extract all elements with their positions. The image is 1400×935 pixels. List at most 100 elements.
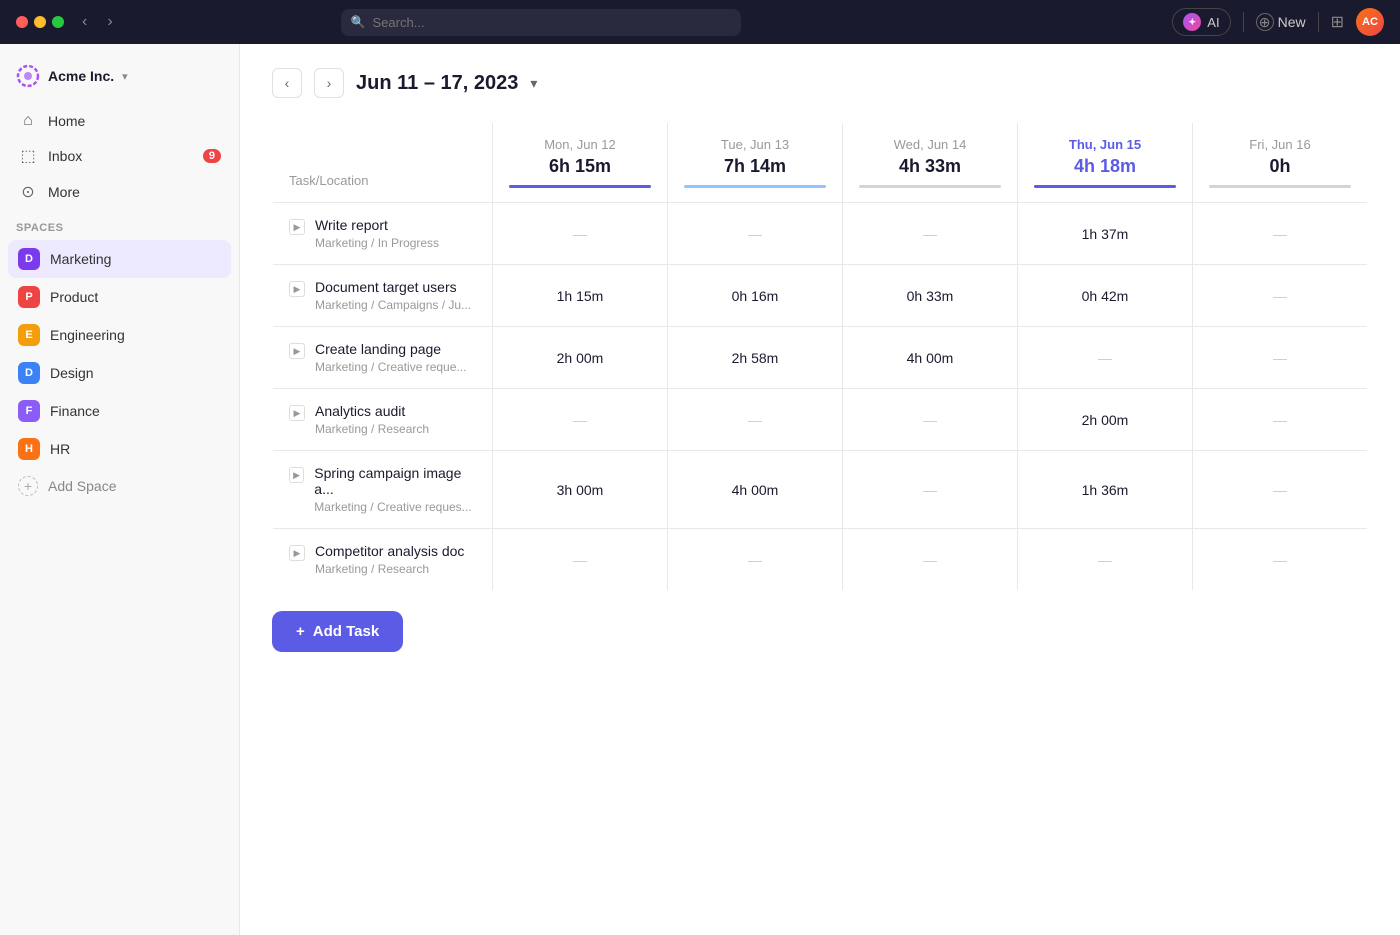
space-label-hr: HR xyxy=(50,441,70,457)
divider2 xyxy=(1318,12,1319,32)
time-val-write-report-mon[interactable]: — xyxy=(493,203,668,265)
date-range-label: Jun 11 – 17, 2023 xyxy=(356,72,518,95)
task-cell-analytics-audit: ▶ Analytics audit Marketing / Research xyxy=(273,389,493,451)
time-dash: — xyxy=(1273,350,1287,366)
time-val-spring-campaign-mon: 3h 00m xyxy=(493,451,668,529)
new-plus-icon: ⊕ xyxy=(1256,13,1274,31)
add-task-button[interactable]: + Add Task xyxy=(272,611,403,652)
space-badge-product: P xyxy=(18,286,40,308)
space-badge-finance: F xyxy=(18,400,40,422)
col-header-tue: Tue, Jun 13 7h 14m xyxy=(668,123,843,203)
task-expand-document-target-users[interactable]: ▶ xyxy=(289,281,305,297)
task-expand-competitor-analysis[interactable]: ▶ xyxy=(289,545,305,561)
back-button[interactable]: ‹ xyxy=(76,11,93,33)
inbox-badge: 9 xyxy=(203,149,221,163)
company-logo xyxy=(16,64,40,88)
close-dot[interactable] xyxy=(16,16,28,28)
company-header[interactable]: Acme Inc. ▾ xyxy=(0,56,239,104)
space-item-finance[interactable]: F Finance xyxy=(8,392,231,430)
time-val-competitor-analysis-tue[interactable]: — xyxy=(668,529,843,591)
time-val-document-target-users-wed: 0h 33m xyxy=(843,265,1018,327)
task-location-write-report: Marketing / In Progress xyxy=(315,236,439,250)
grid-icon[interactable]: ⊞ xyxy=(1331,12,1344,32)
time-val-spring-campaign-thu: 1h 36m xyxy=(1018,451,1193,529)
time-val-competitor-analysis-wed[interactable]: — xyxy=(843,529,1018,591)
ai-button[interactable]: ✦ AI xyxy=(1172,8,1230,36)
new-button[interactable]: ⊕ New xyxy=(1256,13,1306,31)
add-space-button[interactable]: + Add Space xyxy=(8,468,231,504)
minimize-dot[interactable] xyxy=(34,16,46,28)
search-input[interactable] xyxy=(341,9,741,36)
prev-week-button[interactable]: ‹ xyxy=(272,68,302,98)
time-val-analytics-audit-mon[interactable]: — xyxy=(493,389,668,451)
time-val-create-landing-page-thu[interactable]: — xyxy=(1018,327,1193,389)
next-week-button[interactable]: › xyxy=(314,68,344,98)
col-header-thu: Thu, Jun 15 4h 18m xyxy=(1018,123,1193,203)
task-expand-write-report[interactable]: ▶ xyxy=(289,219,305,235)
task-name-document-target-users: Document target users xyxy=(315,279,471,295)
time-val-analytics-audit-fri[interactable]: — xyxy=(1193,389,1368,451)
maximize-dot[interactable] xyxy=(52,16,64,28)
time-val-write-report-wed[interactable]: — xyxy=(843,203,1018,265)
forward-button[interactable]: › xyxy=(101,11,118,33)
space-item-product[interactable]: P Product xyxy=(8,278,231,316)
time-val-write-report-fri[interactable]: — xyxy=(1193,203,1368,265)
time-val-competitor-analysis-mon[interactable]: — xyxy=(493,529,668,591)
time-val-create-landing-page-fri[interactable]: — xyxy=(1193,327,1368,389)
date-range-chevron-icon[interactable]: ▾ xyxy=(530,75,537,92)
sidebar-item-inbox[interactable]: ⬚ Inbox 9 xyxy=(8,138,231,174)
task-cell-competitor-analysis: ▶ Competitor analysis doc Marketing / Re… xyxy=(273,529,493,591)
sidebar-label-more: More xyxy=(48,184,221,200)
time-val-competitor-analysis-thu[interactable]: — xyxy=(1018,529,1193,591)
sidebar-nav: ⌂ Home ⬚ Inbox 9 ⊙ More xyxy=(0,104,239,210)
time-val-analytics-audit-tue[interactable]: — xyxy=(668,389,843,451)
spaces-title: Spaces xyxy=(0,210,239,240)
col-header-mon: Mon, Jun 12 6h 15m xyxy=(493,123,668,203)
time-dash: — xyxy=(923,226,937,242)
space-badge-engineering: E xyxy=(18,324,40,346)
topbar-right: ✦ AI ⊕ New ⊞ AC xyxy=(1172,8,1384,36)
space-label-product: Product xyxy=(50,289,98,305)
time-val-document-target-users-fri[interactable]: — xyxy=(1193,265,1368,327)
table-row: ▶ Write report Marketing / In Progress —… xyxy=(273,203,1368,265)
space-label-marketing: Marketing xyxy=(50,251,111,267)
space-item-marketing[interactable]: D Marketing xyxy=(8,240,231,278)
task-cell-spring-campaign: ▶ Spring campaign image a... Marketing /… xyxy=(273,451,493,529)
col-day-name-thu: Thu, Jun 15 xyxy=(1034,137,1176,152)
task-expand-create-landing-page[interactable]: ▶ xyxy=(289,343,305,359)
time-val-spring-campaign-tue: 4h 00m xyxy=(668,451,843,529)
add-space-plus-icon: + xyxy=(18,476,38,496)
main-content: ‹ › Jun 11 – 17, 2023 ▾ Task/Location Mo… xyxy=(240,44,1400,935)
table-row: ▶ Spring campaign image a... Marketing /… xyxy=(273,451,1368,529)
col-day-name-wed: Wed, Jun 14 xyxy=(859,137,1001,152)
sidebar-item-home[interactable]: ⌂ Home xyxy=(8,104,231,138)
search-icon: 🔍 xyxy=(351,15,366,29)
time-val-analytics-audit-wed[interactable]: — xyxy=(843,389,1018,451)
col-day-name-mon: Mon, Jun 12 xyxy=(509,137,651,152)
time-val-write-report-thu: 1h 37m xyxy=(1018,203,1193,265)
avatar[interactable]: AC xyxy=(1356,8,1384,36)
col-day-name-tue: Tue, Jun 13 xyxy=(684,137,826,152)
spaces-list: D Marketing P Product E Engineering D De… xyxy=(0,240,239,504)
task-expand-analytics-audit[interactable]: ▶ xyxy=(289,405,305,421)
time-val-spring-campaign-wed[interactable]: — xyxy=(843,451,1018,529)
sidebar-item-more[interactable]: ⊙ More xyxy=(8,174,231,210)
task-location-create-landing-page: Marketing / Creative reque... xyxy=(315,360,466,374)
task-name-create-landing-page: Create landing page xyxy=(315,341,466,357)
time-val-competitor-analysis-fri[interactable]: — xyxy=(1193,529,1368,591)
more-icon: ⊙ xyxy=(18,182,38,202)
space-label-engineering: Engineering xyxy=(50,327,125,343)
space-item-design[interactable]: D Design xyxy=(8,354,231,392)
time-dash: — xyxy=(1273,288,1287,304)
table-row: ▶ Competitor analysis doc Marketing / Re… xyxy=(273,529,1368,591)
window-controls xyxy=(16,16,64,28)
history-nav: ‹ › xyxy=(76,11,119,33)
table-row: ▶ Create landing page Marketing / Creati… xyxy=(273,327,1368,389)
space-item-engineering[interactable]: E Engineering xyxy=(8,316,231,354)
time-val-write-report-tue[interactable]: — xyxy=(668,203,843,265)
task-expand-spring-campaign[interactable]: ▶ xyxy=(289,467,304,483)
space-item-hr[interactable]: H HR xyxy=(8,430,231,468)
time-val-spring-campaign-fri[interactable]: — xyxy=(1193,451,1368,529)
time-val-document-target-users-tue: 0h 16m xyxy=(668,265,843,327)
task-name-spring-campaign: Spring campaign image a... xyxy=(314,465,476,497)
